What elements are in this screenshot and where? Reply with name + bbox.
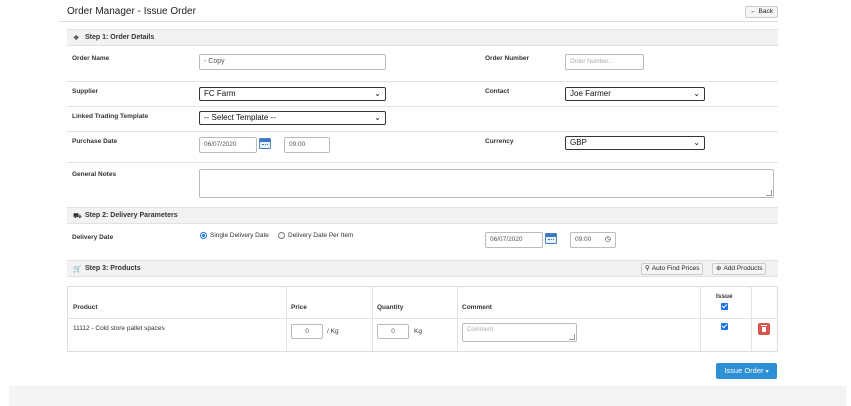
divider <box>457 287 458 351</box>
comment-textarea[interactable]: Comment <box>462 323 577 342</box>
comment-placeholder: Comment <box>467 327 494 333</box>
per-item-delivery-label: Delivery Date Per Item <box>288 232 354 239</box>
template-select-value: -- Select Template -- <box>204 113 276 122</box>
divider <box>751 287 752 351</box>
supplier-label: Supplier <box>72 88 99 95</box>
divider <box>286 287 287 351</box>
page-header: Order Manager - Issue Order ← Back <box>59 0 778 22</box>
resize-grip-icon[interactable] <box>766 190 772 196</box>
arrow-left-icon: ← <box>750 8 757 15</box>
issue-order-label: Issue Order <box>724 366 764 375</box>
col-product: Product <box>73 304 98 311</box>
step1-title: Step 1: Order Details <box>85 34 155 41</box>
caret-down-icon: ▾ <box>765 369 769 375</box>
chevron-down-icon: ⌄ <box>374 113 381 122</box>
add-products-label: Add Products <box>723 265 763 272</box>
single-delivery-radio[interactable] <box>200 232 207 239</box>
add-products-button[interactable]: ⊕ Add Products <box>712 263 767 275</box>
contact-select-value: Joe Farmer <box>570 89 611 98</box>
currency-label: Currency <box>485 138 514 145</box>
chevron-down-icon: ⌄ <box>693 89 700 98</box>
order-name-label: Order Name <box>72 55 110 62</box>
col-issue: Issue <box>716 293 733 300</box>
delivery-time-value: 09:00 <box>575 236 592 243</box>
template-label: Linked Trading Template <box>72 113 149 120</box>
plus-circle-icon: ⊕ <box>716 265 722 272</box>
step2-header: ⛟ Step 2: Delivery Parameters <box>67 207 778 224</box>
auto-find-prices-label: Auto Find Prices <box>651 265 700 272</box>
calendar-icon[interactable] <box>545 233 557 244</box>
col-comment: Comment <box>462 304 492 311</box>
currency-select[interactable]: GBP ⌄ <box>565 136 705 150</box>
page-title: Order Manager - Issue Order <box>67 6 196 17</box>
contact-select[interactable]: Joe Farmer ⌄ <box>565 87 705 101</box>
step2-title: Step 2: Delivery Parameters <box>85 212 178 219</box>
template-select[interactable]: -- Select Template -- ⌄ <box>199 111 386 125</box>
supplier-select-value: FC Farm <box>204 89 236 98</box>
back-button-label: Back <box>758 8 773 15</box>
divider <box>67 162 778 163</box>
col-quantity: Quantity <box>377 304 404 311</box>
truck-icon: ⛟ <box>73 213 82 220</box>
footer-bar <box>9 386 846 406</box>
cart-icon: 🛒 <box>73 266 82 273</box>
product-name: 11112 - Cold store pallet spaces <box>73 325 165 332</box>
issue-row-checkbox[interactable] <box>721 323 728 330</box>
divider <box>700 287 701 351</box>
order-number-label: Order Number <box>485 55 530 62</box>
info-icon: ❖ <box>73 35 80 42</box>
quantity-input[interactable]: 0 <box>377 324 409 339</box>
divider <box>67 106 778 107</box>
purchase-date-input[interactable]: 06/07/2020 <box>199 137 257 153</box>
currency-select-value: GBP <box>570 138 587 147</box>
divider <box>372 287 373 351</box>
chevron-down-icon: ⌄ <box>693 138 700 147</box>
general-notes-textarea[interactable] <box>199 169 774 198</box>
purchase-date-label: Purchase Date <box>72 138 118 145</box>
calendar-icon[interactable] <box>259 138 271 149</box>
resize-grip-icon[interactable] <box>569 334 575 340</box>
delivery-date-input[interactable]: 06/07/2020 <box>485 232 543 248</box>
per-item-delivery-radio[interactable] <box>278 232 285 239</box>
price-input[interactable]: 0 <box>291 324 323 339</box>
step3-title: Step 3: Products <box>85 265 141 272</box>
supplier-select[interactable]: FC Farm ⌄ <box>199 87 386 101</box>
divider <box>67 81 778 82</box>
issue-all-checkbox[interactable] <box>721 303 728 310</box>
delivery-date-label: Delivery Date <box>72 234 114 241</box>
col-price: Price <box>291 304 307 311</box>
auto-find-prices-button[interactable]: ⚲ Auto Find Prices <box>641 263 704 275</box>
single-delivery-label: Single Delivery Date <box>210 232 269 239</box>
order-number-input[interactable]: Order Number... <box>565 54 644 70</box>
purchase-time-input[interactable]: 09:00 <box>284 137 330 153</box>
order-name-input[interactable]: - Copy <box>199 54 386 70</box>
contact-label: Contact <box>485 88 510 95</box>
step1-header: ❖ Step 1: Order Details <box>67 29 778 46</box>
divider <box>67 131 778 132</box>
general-notes-label: General Notes <box>72 171 117 178</box>
price-unit: / Kg <box>327 328 339 335</box>
delivery-time-input[interactable]: 09:00 ◷ <box>570 232 616 248</box>
chevron-down-icon: ⌄ <box>374 89 381 98</box>
issue-order-button[interactable]: Issue Order ▾ <box>716 363 777 379</box>
delete-row-button[interactable] <box>758 323 770 335</box>
search-icon: ⚲ <box>645 265 650 272</box>
divider <box>68 318 777 319</box>
back-button[interactable]: ← Back <box>745 6 778 18</box>
products-table: Product Price Quantity Comment Issue 111… <box>67 286 778 352</box>
quantity-unit: Kg <box>414 328 422 335</box>
clock-icon[interactable]: ◷ <box>605 233 611 247</box>
